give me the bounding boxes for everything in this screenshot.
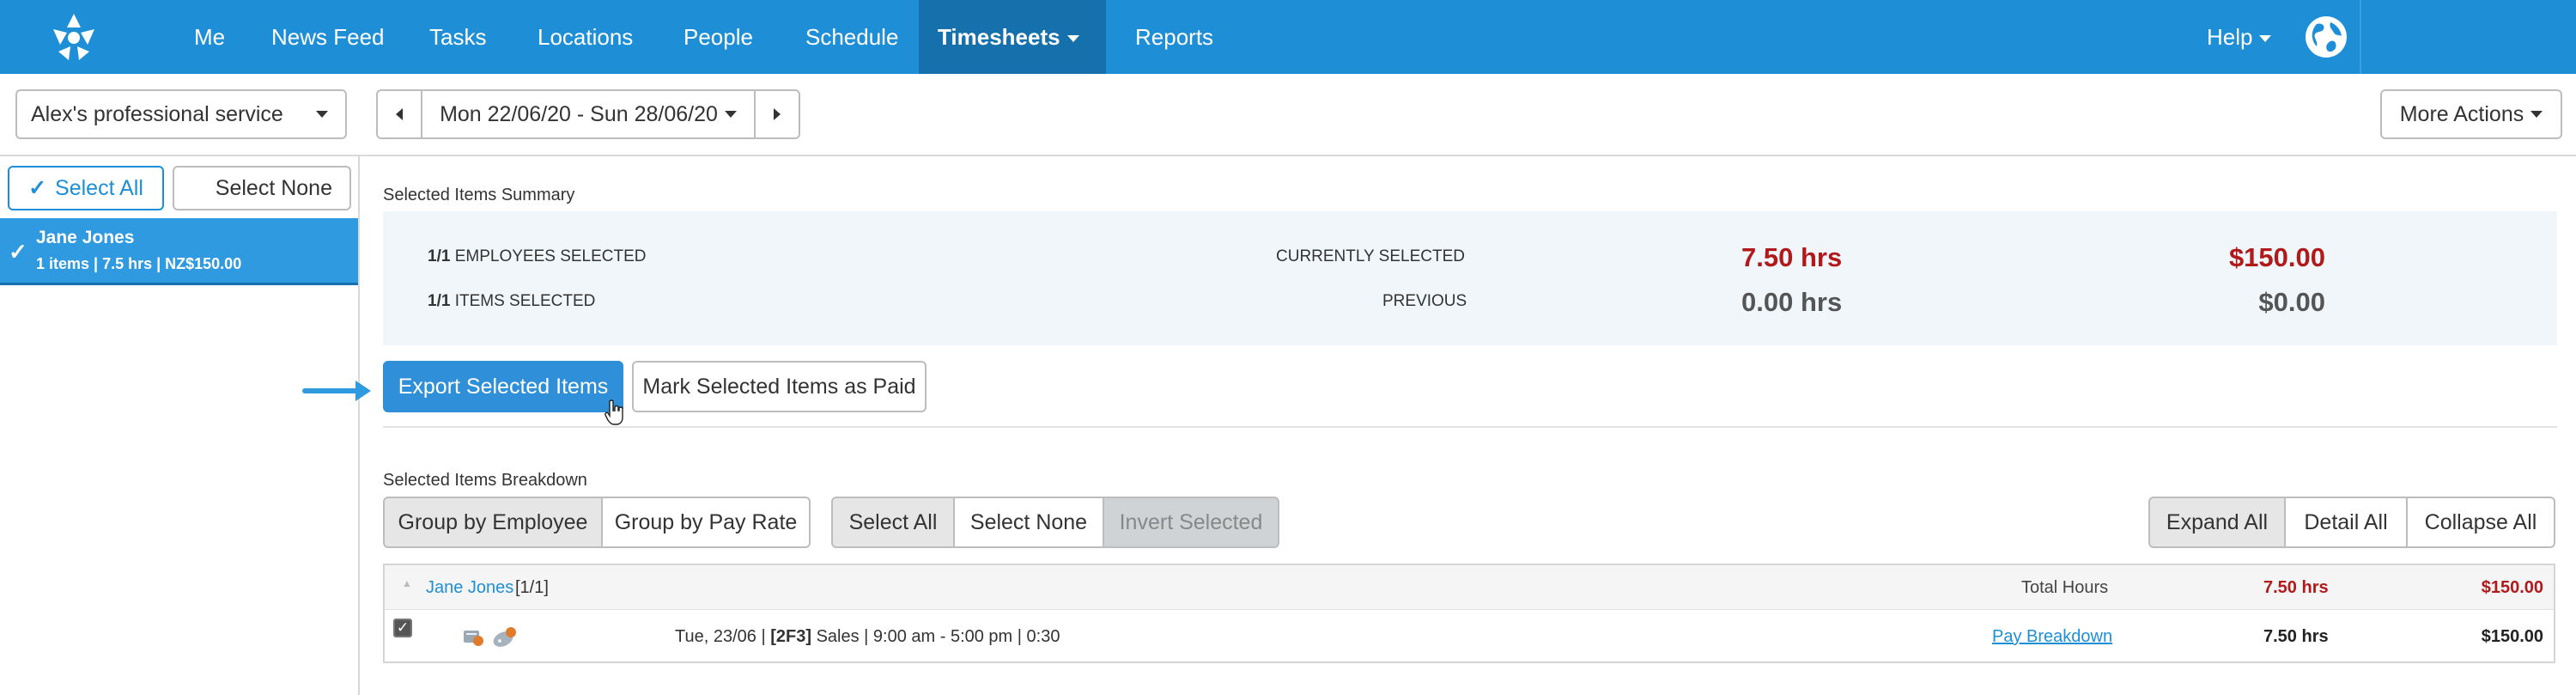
current-hours: 7.50 hrs bbox=[1741, 242, 1843, 272]
more-actions-label: More Actions bbox=[2399, 101, 2524, 126]
arrow-right-icon bbox=[774, 108, 781, 120]
group-header-row: ▲ Jane Jones [1/1] Total Hours 7.50 hrs … bbox=[385, 565, 2554, 610]
group-by-pay-rate-label: Group by Pay Rate bbox=[614, 509, 798, 534]
row-date: Tue, 23/06 | bbox=[675, 627, 766, 646]
chevron-down-icon bbox=[316, 111, 328, 118]
group-total-hours: 7.50 hrs bbox=[2263, 578, 2329, 597]
nav-help[interactable]: Help bbox=[2188, 0, 2290, 74]
globe-icon[interactable] bbox=[2305, 15, 2348, 58]
section-divider bbox=[383, 426, 2557, 428]
chevron-down-icon bbox=[2259, 35, 2272, 43]
breakdown-select-all-label: Select All bbox=[848, 509, 938, 534]
chevron-down-icon bbox=[1066, 35, 1079, 43]
group-by-employee-button[interactable]: Group by Employee bbox=[383, 497, 603, 548]
items-label: Items Selected bbox=[454, 292, 596, 310]
breakdown-title: Selected Items Breakdown bbox=[383, 471, 587, 490]
hand-cursor-icon bbox=[605, 399, 623, 425]
summary-title: Selected Items Summary bbox=[383, 186, 575, 204]
group-total-amount: $150.00 bbox=[2481, 578, 2543, 597]
timesheet-icon bbox=[464, 631, 483, 646]
sidebar-select-none-label: Select None bbox=[215, 175, 332, 200]
group-employee-link[interactable]: Jane Jones bbox=[426, 578, 513, 598]
expand-all-label: Expand All bbox=[2166, 509, 2269, 534]
breakdown-select-none-button[interactable]: Select None bbox=[953, 497, 1104, 548]
prev-week-button[interactable] bbox=[376, 89, 422, 139]
summary-panel: 1/1 Employees Selected 1/1 Items Selecte… bbox=[383, 211, 2557, 345]
previous-label: Previous bbox=[1382, 292, 1467, 310]
nav-reports[interactable]: Reports bbox=[1116, 0, 1232, 74]
expand-all-button[interactable]: Expand All bbox=[2148, 497, 2286, 548]
top-nav: Me News Feed Tasks Locations People Sche… bbox=[0, 0, 2576, 74]
row-detail: Sales | 9:00 am - 5:00 pm | 0:30 bbox=[816, 627, 1060, 646]
pointer-arrow-icon bbox=[355, 381, 371, 401]
sidebar-divider bbox=[358, 156, 360, 695]
breakdown-select-none-label: Select None bbox=[969, 509, 1088, 534]
invert-selected-label: Invert Selected bbox=[1119, 509, 1263, 534]
chevron-down-icon bbox=[2530, 111, 2543, 118]
row-hours: 7.50 hrs bbox=[2263, 627, 2329, 646]
row-checkbox[interactable]: ✓ bbox=[393, 619, 412, 637]
business-select-value: Alex's professional service bbox=[31, 101, 283, 126]
row-amount: $150.00 bbox=[2481, 627, 2543, 646]
nav-schedule[interactable]: Schedule bbox=[787, 0, 917, 74]
detail-all-button[interactable]: Detail All bbox=[2284, 497, 2408, 548]
row-code: [2F3] bbox=[770, 627, 811, 646]
breakdown-table: ▲ Jane Jones [1/1] Total Hours 7.50 hrs … bbox=[383, 564, 2555, 663]
items-selected: 1/1 Items Selected bbox=[428, 292, 595, 311]
pay-rate-icon bbox=[493, 627, 516, 647]
collapse-all-label: Collapse All bbox=[2424, 509, 2537, 534]
employee-summary: 1 items | 7.5 hrs | NZ$150.00 bbox=[36, 255, 242, 272]
table-row: ✓ Tue, 23/06 | [2F3] Sales | 9:00 am - 5… bbox=[385, 610, 2554, 663]
pointer-arrow-shaft bbox=[302, 388, 359, 393]
next-week-button[interactable] bbox=[754, 89, 800, 139]
nav-help-label: Help bbox=[2207, 24, 2253, 50]
nav-me[interactable]: Me bbox=[175, 0, 244, 74]
nav-timesheets[interactable]: Timesheets bbox=[919, 0, 1106, 74]
export-selected-label: Export Selected Items bbox=[398, 374, 609, 399]
deputy-logo-icon[interactable] bbox=[46, 10, 101, 64]
nav-locations[interactable]: Locations bbox=[519, 0, 652, 74]
sidebar-employee-item[interactable]: ✓ Jane Jones 1 items | 7.5 hrs | NZ$150.… bbox=[0, 218, 358, 285]
check-icon: ✓ bbox=[28, 176, 47, 200]
date-range-label: Mon 22/06/20 - Sun 28/06/20 bbox=[440, 101, 718, 126]
nav-news-feed[interactable]: News Feed bbox=[252, 0, 404, 74]
pay-breakdown-link[interactable]: Pay Breakdown bbox=[1992, 627, 2112, 647]
breakdown-select-all-button[interactable]: Select All bbox=[831, 497, 955, 548]
total-hours-label: Total Hours bbox=[2021, 578, 2109, 597]
export-selected-button[interactable]: Export Selected Items bbox=[383, 361, 623, 412]
collapse-all-button[interactable]: Collapse All bbox=[2406, 497, 2555, 548]
mark-paid-button[interactable]: Mark Selected Items as Paid bbox=[632, 361, 927, 412]
previous-amount: $0.00 bbox=[2258, 287, 2325, 317]
invert-selected-button[interactable]: Invert Selected bbox=[1103, 497, 1279, 548]
arrow-left-icon bbox=[396, 108, 403, 120]
row-description: Tue, 23/06 | [2F3] Sales | 9:00 am - 5:0… bbox=[675, 627, 1060, 647]
collapse-triangle-icon[interactable]: ▲ bbox=[402, 577, 412, 589]
group-by-employee-label: Group by Employee bbox=[398, 509, 588, 534]
detail-all-label: Detail All bbox=[2304, 509, 2388, 534]
business-select[interactable]: Alex's professional service bbox=[15, 89, 347, 139]
toolbar-divider bbox=[0, 155, 2576, 156]
nav-tasks[interactable]: Tasks bbox=[410, 0, 505, 74]
nav-divider bbox=[2360, 0, 2361, 74]
items-count: 1/1 bbox=[428, 292, 451, 310]
nav-people[interactable]: People bbox=[665, 0, 772, 74]
sidebar-select-none-button[interactable]: Select None bbox=[173, 166, 351, 210]
mark-paid-label: Mark Selected Items as Paid bbox=[642, 374, 916, 399]
employee-name: Jane Jones bbox=[36, 228, 135, 247]
date-range-dropdown[interactable]: Mon 22/06/20 - Sun 28/06/20 bbox=[421, 89, 756, 139]
employees-label: Employees Selected bbox=[454, 247, 647, 265]
employees-selected: 1/1 Employees Selected bbox=[428, 247, 647, 266]
check-icon: ✓ bbox=[9, 239, 27, 265]
current-amount: $150.00 bbox=[2228, 242, 2325, 272]
nav-timesheets-label: Timesheets bbox=[938, 24, 1060, 50]
group-by-pay-rate-button[interactable]: Group by Pay Rate bbox=[601, 497, 811, 548]
currently-selected-label: Currently Selected bbox=[1276, 247, 1465, 265]
sidebar-select-all-button[interactable]: ✓ Select All bbox=[8, 166, 164, 210]
chevron-down-icon bbox=[724, 111, 737, 118]
more-actions-button[interactable]: More Actions bbox=[2380, 89, 2562, 139]
group-count: [1/1] bbox=[515, 578, 549, 597]
sidebar-select-all-label: Select All bbox=[55, 175, 143, 200]
previous-hours: 0.00 hrs bbox=[1741, 287, 1843, 317]
employees-count: 1/1 bbox=[428, 247, 451, 265]
